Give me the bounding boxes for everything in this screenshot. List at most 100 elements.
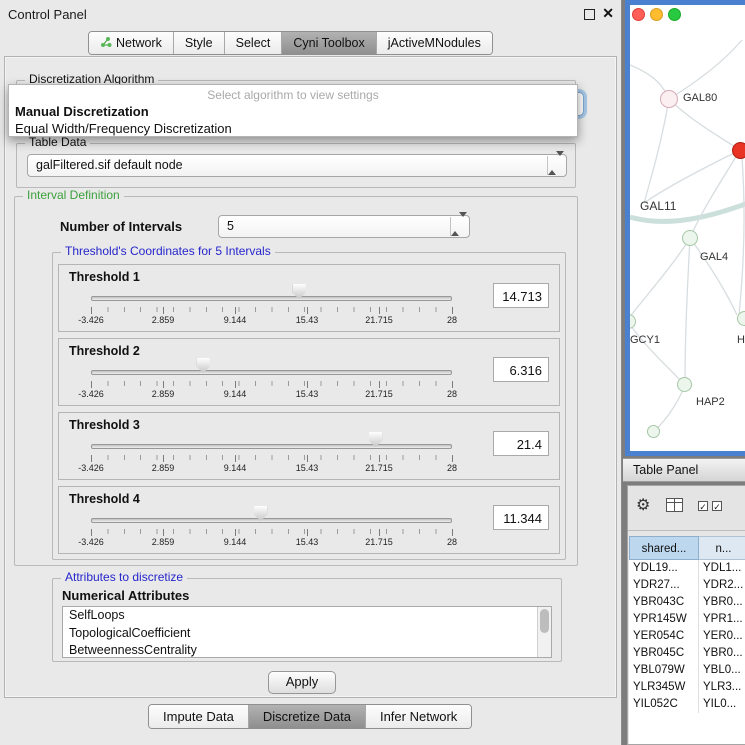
- threshold-2-slider-thumb[interactable]: [197, 358, 210, 373]
- threshold-3-label: Threshold 3: [69, 418, 140, 432]
- list-item[interactable]: BetweennessCentrality: [63, 642, 551, 658]
- threshold-1-slider[interactable]: [91, 296, 452, 301]
- scale-label: 2.859: [152, 463, 175, 473]
- threshold-1-value-field[interactable]: 14.713: [493, 283, 549, 308]
- cell[interactable]: YDL1...: [699, 560, 745, 577]
- combo-stepper-icon: [450, 217, 468, 236]
- list-item[interactable]: TopologicalCoefficient: [63, 625, 551, 643]
- cell[interactable]: YER054C: [629, 628, 699, 645]
- threshold-2-slider[interactable]: [91, 370, 452, 375]
- node-gal4[interactable]: [682, 230, 698, 246]
- network-canvas[interactable]: GAL80 GAL11 GAL4 GCY1 H HAP2: [630, 5, 745, 451]
- tab-cyni-toolbox-label: Cyni Toolbox: [293, 36, 364, 50]
- cell[interactable]: YIL0...: [699, 696, 745, 713]
- table-row[interactable]: YDR27...YDR2...: [629, 577, 745, 594]
- tab-discretize-data[interactable]: Discretize Data: [248, 705, 365, 728]
- cell[interactable]: YDR2...: [699, 577, 745, 594]
- table-row[interactable]: YER054CYER0...: [629, 628, 745, 645]
- tab-impute-data[interactable]: Impute Data: [149, 705, 248, 728]
- option-equal-width-frequency[interactable]: Equal Width/Frequency Discretization: [9, 120, 577, 137]
- checkbox-checked-icon[interactable]: ✓: [698, 501, 708, 511]
- table-panel-title: Table Panel: [633, 463, 698, 477]
- tab-select[interactable]: Select: [224, 32, 282, 54]
- table-row[interactable]: YBR043CYBR0...: [629, 594, 745, 611]
- threshold-3-slider[interactable]: [91, 444, 452, 449]
- cell[interactable]: YDL19...: [629, 560, 699, 577]
- table-row[interactable]: YPR145WYPR1...: [629, 611, 745, 628]
- table-row[interactable]: YBL079WYBL0...: [629, 662, 745, 679]
- tab-network[interactable]: Network: [89, 32, 173, 54]
- scrollbar-thumb[interactable]: [540, 609, 549, 633]
- scale-label: 28: [447, 315, 457, 325]
- node-hap2[interactable]: [677, 377, 692, 392]
- node-gal80[interactable]: [660, 90, 678, 108]
- threshold-3-slider-thumb[interactable]: [369, 432, 382, 447]
- threshold-2-panel: Threshold 2 -3.426 2.859 9.144 15.43 21.…: [58, 338, 560, 406]
- threshold-4-slider-thumb[interactable]: [254, 506, 267, 521]
- list-item[interactable]: SelfLoops: [63, 607, 551, 625]
- scale-label: 15.43: [296, 389, 319, 399]
- table-data-value: galFiltered.sif default node: [36, 155, 183, 176]
- control-panel-titlebar: Control Panel ✕: [0, 0, 621, 28]
- cell[interactable]: YBR0...: [699, 645, 745, 662]
- node-right-edge[interactable]: [737, 311, 745, 326]
- cell[interactable]: YBR0...: [699, 594, 745, 611]
- network-icon: [100, 36, 112, 51]
- checkbox-checked-icon[interactable]: ✓: [712, 501, 722, 511]
- table-header-row: shared... n...: [629, 536, 745, 560]
- cell[interactable]: YBR045C: [629, 645, 699, 662]
- scale-label: 28: [447, 389, 457, 399]
- cell[interactable]: YIL052C: [629, 696, 699, 713]
- apply-button[interactable]: Apply: [268, 671, 336, 694]
- cell[interactable]: YBL0...: [699, 662, 745, 679]
- tab-infer-network[interactable]: Infer Network: [365, 705, 471, 728]
- scale-label: 15.43: [296, 537, 319, 547]
- float-window-button[interactable]: [584, 9, 595, 20]
- option-manual-discretization[interactable]: Manual Discretization: [9, 103, 577, 120]
- cell[interactable]: YER0...: [699, 628, 745, 645]
- top-tab-bar: Network Style Select Cyni Toolbox jActiv…: [88, 31, 493, 55]
- threshold-3-panel: Threshold 3 -3.426 2.859 9.144 15.43 21.…: [58, 412, 560, 480]
- column-header-shared-name[interactable]: shared...: [629, 536, 699, 560]
- minimize-traffic-light-button[interactable]: [650, 8, 663, 21]
- table-row[interactable]: YLR345WYLR3...: [629, 679, 745, 696]
- threshold-3-value-field[interactable]: 21.4: [493, 431, 549, 456]
- list-scrollbar[interactable]: [537, 607, 551, 657]
- table-data-group-title: Table Data: [25, 135, 90, 149]
- cell[interactable]: YPR1...: [699, 611, 745, 628]
- table-columns-icon[interactable]: [666, 498, 683, 517]
- threshold-2-value-field[interactable]: 6.316: [493, 357, 549, 382]
- gear-icon[interactable]: ⚙: [636, 495, 650, 515]
- cell[interactable]: YBL079W: [629, 662, 699, 679]
- table-row[interactable]: YDL19...YDL1...: [629, 560, 745, 577]
- cell[interactable]: YBR043C: [629, 594, 699, 611]
- number-of-intervals-combobox[interactable]: 5: [218, 215, 470, 238]
- scale-label: 9.144: [224, 537, 247, 547]
- tab-style[interactable]: Style: [173, 32, 224, 54]
- threshold-1-slider-thumb[interactable]: [293, 284, 306, 299]
- close-window-button[interactable]: ✕: [602, 5, 614, 21]
- table-row[interactable]: YBR045CYBR0...: [629, 645, 745, 662]
- cell[interactable]: YLR345W: [629, 679, 699, 696]
- scale-label: 2.859: [152, 537, 175, 547]
- cell[interactable]: YDR27...: [629, 577, 699, 594]
- tab-cyni-toolbox[interactable]: Cyni Toolbox: [281, 32, 375, 54]
- column-header-name[interactable]: n...: [699, 536, 745, 560]
- close-traffic-light-button[interactable]: [632, 8, 645, 21]
- table-row[interactable]: YIL052CYIL0...: [629, 696, 745, 713]
- cell[interactable]: YLR3...: [699, 679, 745, 696]
- threshold-4-slider[interactable]: [91, 518, 452, 523]
- scale-label: 21.715: [365, 389, 393, 399]
- node-selected-red[interactable]: [732, 142, 745, 159]
- table-data-combobox[interactable]: galFiltered.sif default node: [27, 154, 567, 177]
- threshold-4-panel: Threshold 4 -3.426 2.859 9.144 15.43 21.…: [58, 486, 560, 554]
- table-body: YDL19...YDL1... YDR27...YDR2... YBR043CY…: [629, 560, 745, 744]
- control-panel-window: Control Panel ✕ Network Style Select Cyn…: [0, 0, 622, 745]
- cell[interactable]: YPR145W: [629, 611, 699, 628]
- threshold-4-value-field[interactable]: 11.344: [493, 505, 549, 530]
- attributes-group-title: Attributes to discretize: [61, 570, 187, 584]
- zoom-traffic-light-button[interactable]: [668, 8, 681, 21]
- tab-jactivemnodules[interactable]: jActiveMNodules: [376, 32, 492, 54]
- table-toolbar: ⚙ ✓ ✓: [628, 486, 745, 531]
- node-bottom[interactable]: [647, 425, 660, 438]
